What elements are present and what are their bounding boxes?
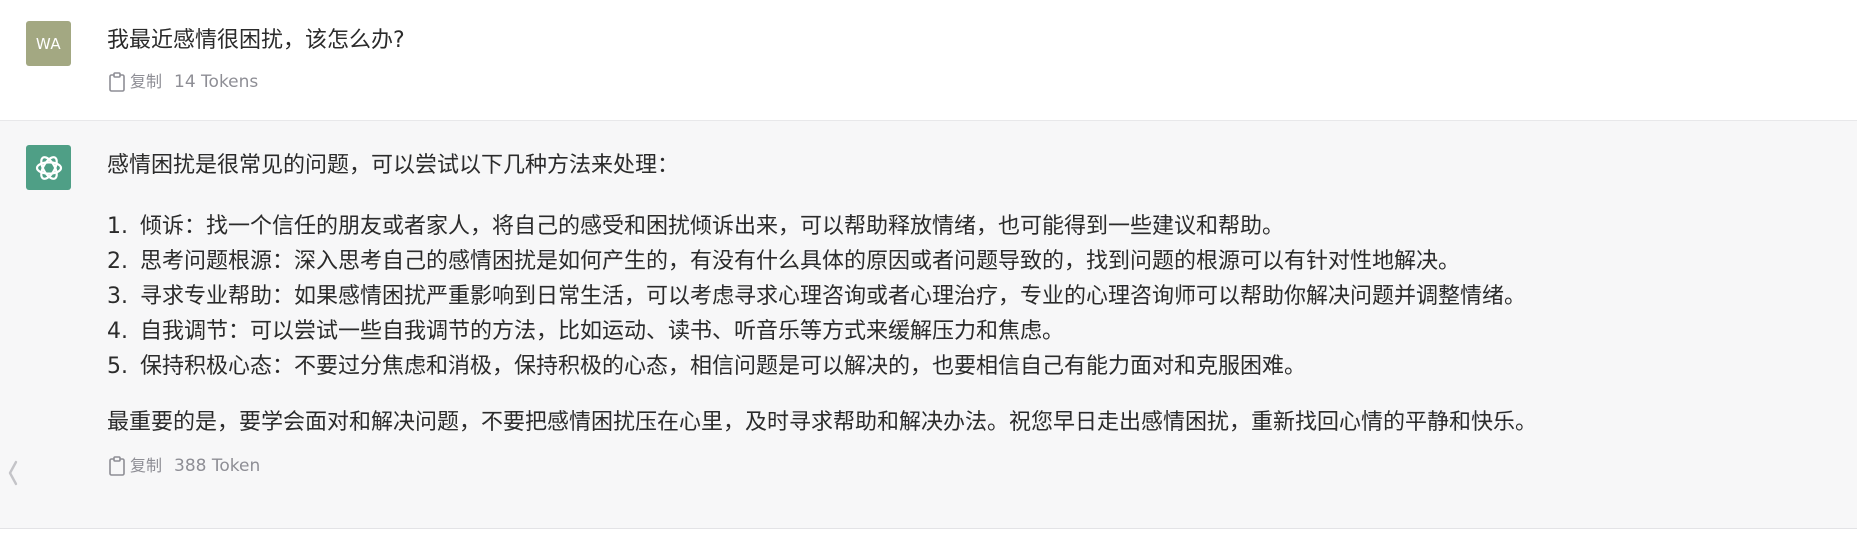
list-item-number: 3. xyxy=(107,284,128,309)
user-message-text: 我最近感情很困扰，该怎么办? xyxy=(107,28,405,53)
list-item: 3. 寻求专业帮助：如果感情困扰严重影响到日常生活，可以考虑寻求心理咨询或者心理… xyxy=(107,279,1817,314)
user-message: WA 我最近感情很困扰，该怎么办? 复制 14 Tokens xyxy=(0,0,1857,121)
assistant-copy-label: 复制 xyxy=(130,456,163,475)
list-item-text: 寻求专业帮助：如果感情困扰严重影响到日常生活，可以考虑寻求心理咨询或者心理治疗，… xyxy=(140,284,1527,309)
user-copy-label: 复制 xyxy=(130,72,163,91)
user-avatar: WA xyxy=(26,21,71,66)
list-item-text: 保持积极心态：不要过分焦虑和消极，保持积极的心态，相信问题是可以解决的，也要相信… xyxy=(140,354,1307,379)
list-item-number: 5. xyxy=(107,354,128,379)
user-token-count: 14 Tokens xyxy=(174,72,259,92)
chatgpt-logo-icon xyxy=(26,145,71,190)
list-item-number: 2. xyxy=(107,249,128,274)
list-item-text: 自我调节：可以尝试一些自我调节的方法，比如运动、读书、听音乐等方式来缓解压力和焦… xyxy=(140,319,1065,344)
user-message-content: 我最近感情很困扰，该怎么办? 复制 14 Tokens xyxy=(107,26,1817,93)
assistant-copy-button[interactable]: 复制 xyxy=(107,455,162,477)
advice-list: 1. 倾诉：找一个信任的朋友或者家人，将自己的感受和困扰倾诉出来，可以帮助释放情… xyxy=(107,209,1817,384)
clipboard-icon xyxy=(107,71,127,93)
chevron-left-icon xyxy=(8,460,18,486)
assistant-message-actions: 复制 388 Token xyxy=(107,455,1817,477)
list-item-number: 1. xyxy=(107,214,128,239)
list-item-text: 倾诉：找一个信任的朋友或者家人，将自己的感受和困扰倾诉出来，可以帮助释放情绪，也… xyxy=(140,214,1285,239)
assistant-token-count: 388 Token xyxy=(174,456,261,476)
list-item-text: 思考问题根源：深入思考自己的感情困扰是如何产生的，有没有什么具体的原因或者问题导… xyxy=(140,249,1461,274)
user-message-actions: 复制 14 Tokens xyxy=(107,71,1817,93)
list-item: 1. 倾诉：找一个信任的朋友或者家人，将自己的感受和困扰倾诉出来，可以帮助释放情… xyxy=(107,209,1817,244)
user-copy-button[interactable]: 复制 xyxy=(107,71,162,93)
user-avatar-initials: WA xyxy=(35,34,62,53)
list-item: 4. 自我调节：可以尝试一些自我调节的方法，比如运动、读书、听音乐等方式来缓解压… xyxy=(107,314,1817,349)
assistant-closing: 最重要的是，要学会面对和解决问题，不要把感情困扰压在心里，及时寻求帮助和解决办法… xyxy=(107,410,1538,435)
assistant-intro: 感情困扰是很常见的问题，可以尝试以下几种方法来处理： xyxy=(107,153,680,178)
chat-page: WA 我最近感情很困扰，该怎么办? 复制 14 Tokens 感情困扰是很常见的… xyxy=(0,0,1857,534)
assistant-message: 感情困扰是很常见的问题，可以尝试以下几种方法来处理： 1. 倾诉：找一个信任的朋… xyxy=(0,121,1857,529)
list-item: 2. 思考问题根源：深入思考自己的感情困扰是如何产生的，有没有什么具体的原因或者… xyxy=(107,244,1817,279)
clipboard-icon xyxy=(107,455,127,477)
list-item-number: 4. xyxy=(107,319,128,344)
assistant-message-content: 感情困扰是很常见的问题，可以尝试以下几种方法来处理： 1. 倾诉：找一个信任的朋… xyxy=(107,151,1817,477)
list-item: 5. 保持积极心态：不要过分焦虑和消极，保持积极的心态，相信问题是可以解决的，也… xyxy=(107,349,1817,384)
collapse-sidebar-handle[interactable] xyxy=(4,456,22,490)
